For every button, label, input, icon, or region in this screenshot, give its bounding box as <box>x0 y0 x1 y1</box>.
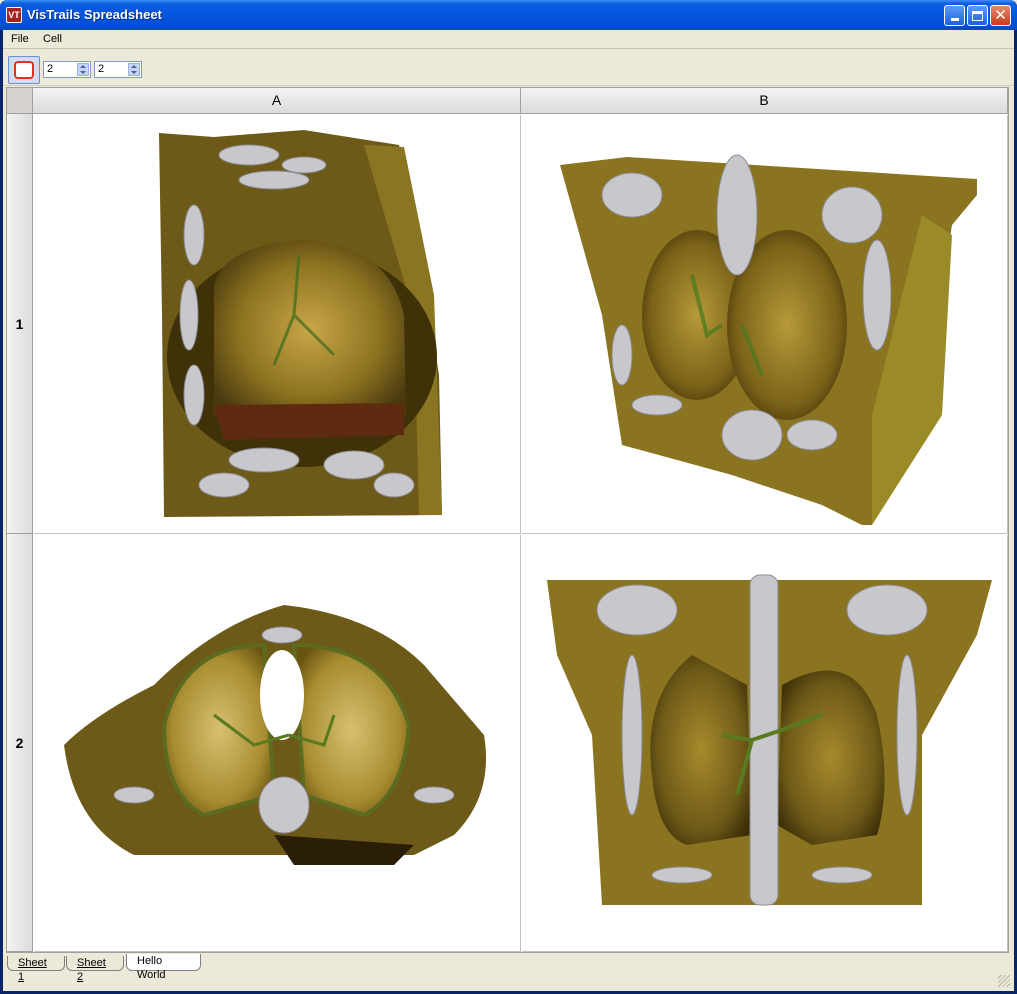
maximize-button[interactable] <box>967 5 988 26</box>
fit-to-window-icon <box>14 61 34 79</box>
tab-sheet-1[interactable]: Sheet 1 <box>7 956 65 983</box>
grid-corner[interactable] <box>7 88 33 114</box>
cell-b1[interactable] <box>522 115 1008 534</box>
resize-grip-icon[interactable] <box>998 975 1010 987</box>
vistrails-app-icon[interactable]: VT <box>6 7 22 23</box>
tab-label: Sheet 2 <box>77 957 106 983</box>
title-bar[interactable]: VT VisTrails Spreadsheet ✕ <box>0 0 1017 30</box>
spreadsheet-grid: A B 1 2 <box>6 87 1009 953</box>
row-count-spinbox[interactable]: 2 <box>43 61 91 78</box>
close-icon: ✕ <box>994 6 1007 24</box>
column-count-value: 2 <box>98 63 105 75</box>
window-title: VisTrails Spreadsheet <box>27 7 162 22</box>
maximize-icon <box>972 10 983 21</box>
tab-sheet-2[interactable]: Sheet 2 <box>66 956 124 983</box>
row-count-value: 2 <box>47 63 54 75</box>
column-header-a[interactable]: A <box>33 88 521 114</box>
column-count-stepper[interactable] <box>128 63 140 76</box>
tab-label: Hello World <box>137 955 166 981</box>
frontal-oblique-chest-render <box>560 154 977 525</box>
row-header-1[interactable]: 1 <box>7 114 33 534</box>
minimize-button[interactable] <box>944 5 965 26</box>
menu-bar: File Cell <box>3 30 1014 49</box>
menu-file[interactable]: File <box>11 33 29 45</box>
axial-chest-render <box>64 605 486 865</box>
spin-up-icon[interactable] <box>131 65 137 68</box>
spin-down-icon[interactable] <box>131 71 137 74</box>
sheet-tab-bar: Sheet 1 Sheet 2 Hello World <box>3 954 1014 983</box>
cell-a2[interactable] <box>34 535 521 952</box>
fit-to-window-button[interactable] <box>8 56 40 84</box>
minimize-icon <box>950 18 959 21</box>
frontal-chest-render <box>547 574 992 906</box>
cell-a1[interactable] <box>34 115 521 534</box>
app-window: VT VisTrails Spreadsheet ✕ File Cell 2 2… <box>0 0 1017 994</box>
menu-cell[interactable]: Cell <box>43 33 62 45</box>
toolbar: 2 2 <box>3 50 1014 86</box>
coronal-oblique-chest-render <box>159 130 442 517</box>
spin-down-icon[interactable] <box>80 71 86 74</box>
row-header-2[interactable]: 2 <box>7 534 33 952</box>
column-count-spinbox[interactable]: 2 <box>94 61 142 78</box>
tab-label: Sheet 1 <box>18 957 47 983</box>
spin-up-icon[interactable] <box>80 65 86 68</box>
row-count-stepper[interactable] <box>77 63 89 76</box>
column-header-b[interactable]: B <box>521 88 1008 114</box>
close-button[interactable]: ✕ <box>990 5 1011 26</box>
cell-b2[interactable] <box>522 535 1008 952</box>
client-area: File Cell 2 2 A B 1 2 Sheet 1 Sheet 2 He… <box>3 30 1014 991</box>
tab-hello-world[interactable]: Hello World <box>126 954 201 981</box>
